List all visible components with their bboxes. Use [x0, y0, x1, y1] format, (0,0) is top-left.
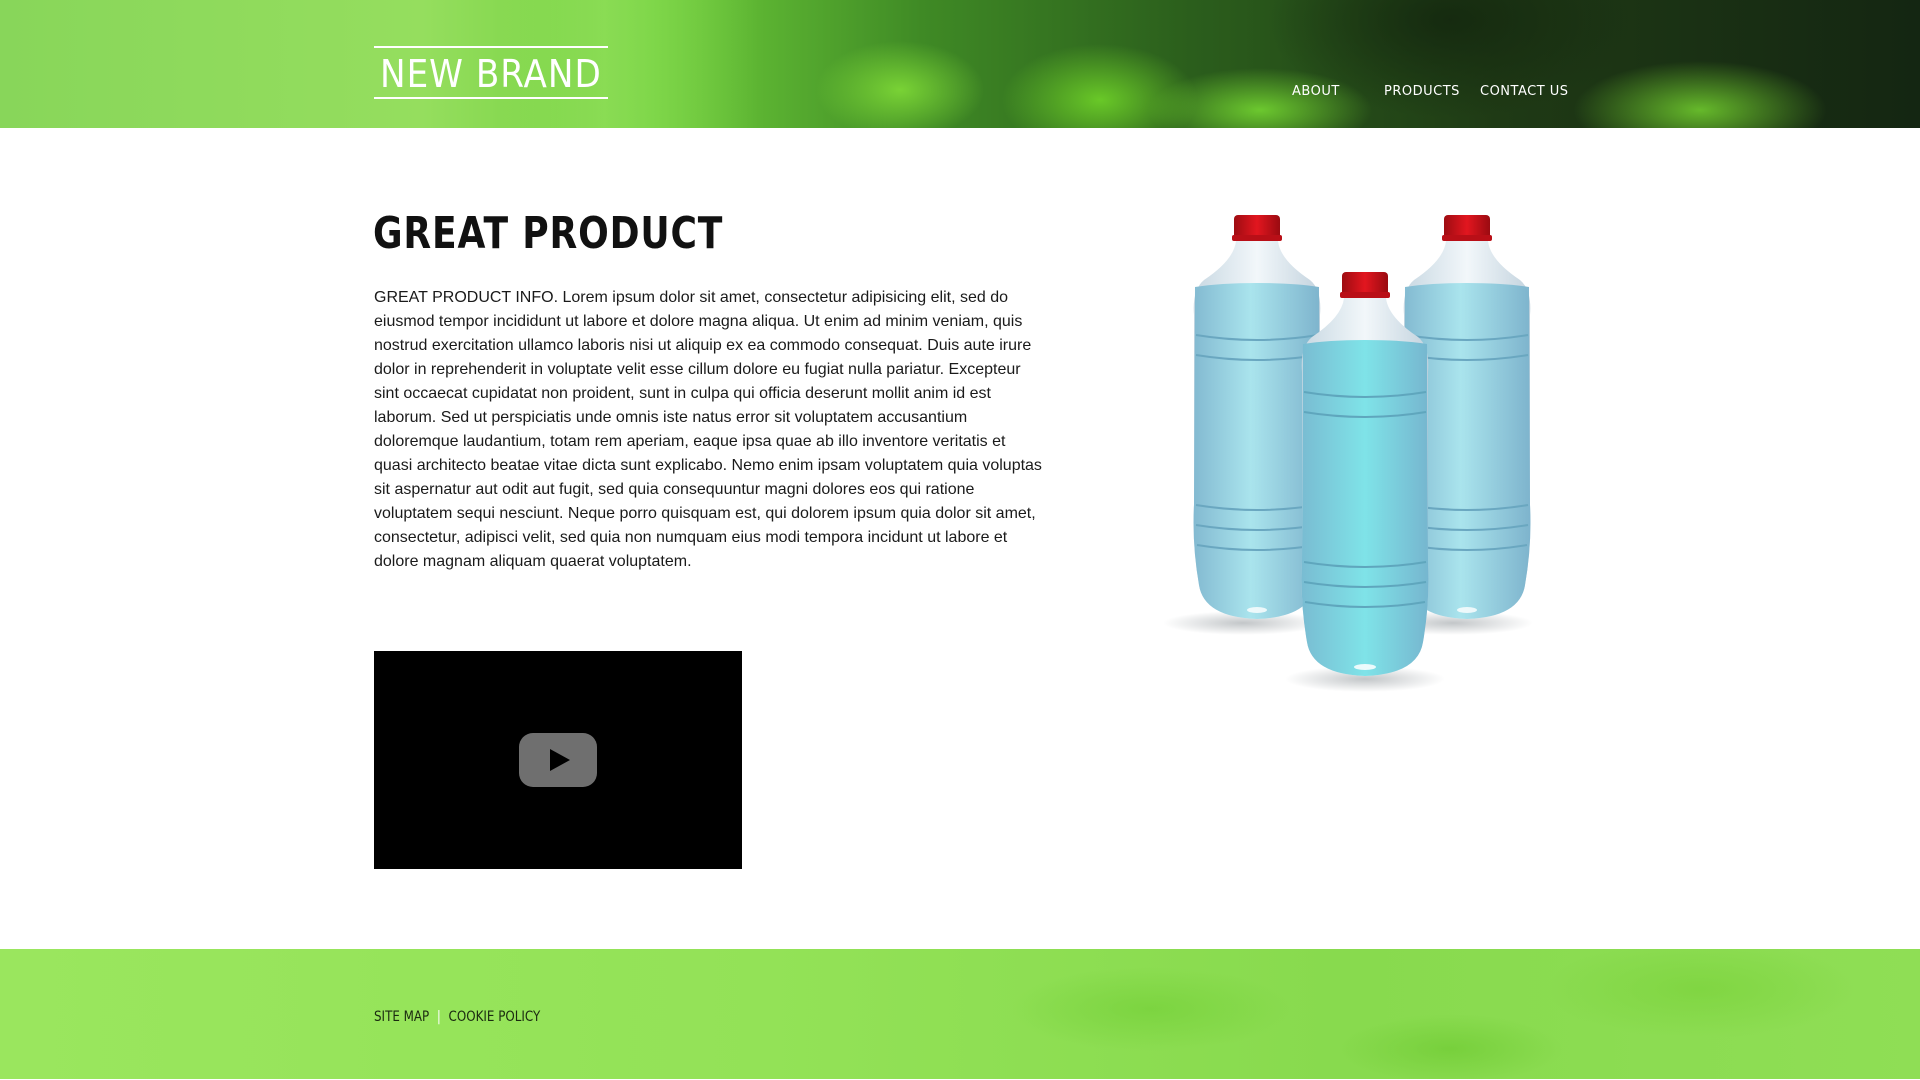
footer-separator: | — [436, 1009, 441, 1025]
product-description: GREAT PRODUCT INFO. Lorem ipsum dolor si… — [374, 289, 1042, 570]
nav-products[interactable]: PRODUCTS — [1384, 84, 1480, 99]
brand-logo[interactable]: NEW BRAND — [374, 46, 608, 99]
water-bottles-image — [1160, 205, 1560, 705]
video-player[interactable] — [374, 651, 742, 869]
footer-links: SITE MAP | COOKIE POLICY — [374, 1009, 540, 1025]
site-header: NEW BRAND ABOUT PRODUCTS CONTACT US — [0, 0, 1920, 128]
play-icon[interactable] — [519, 733, 597, 787]
nav-about[interactable]: ABOUT — [1292, 84, 1384, 99]
site-footer: SITE MAP | COOKIE POLICY — [0, 949, 1920, 1079]
main-nav: ABOUT PRODUCTS CONTACT US — [1292, 84, 1569, 99]
page-title: GREAT PRODUCT — [373, 208, 724, 259]
footer-link-site-map[interactable]: SITE MAP — [374, 1009, 429, 1025]
nav-contact-us[interactable]: CONTACT US — [1480, 84, 1569, 99]
footer-link-cookie-policy[interactable]: COOKIE POLICY — [449, 1009, 541, 1025]
